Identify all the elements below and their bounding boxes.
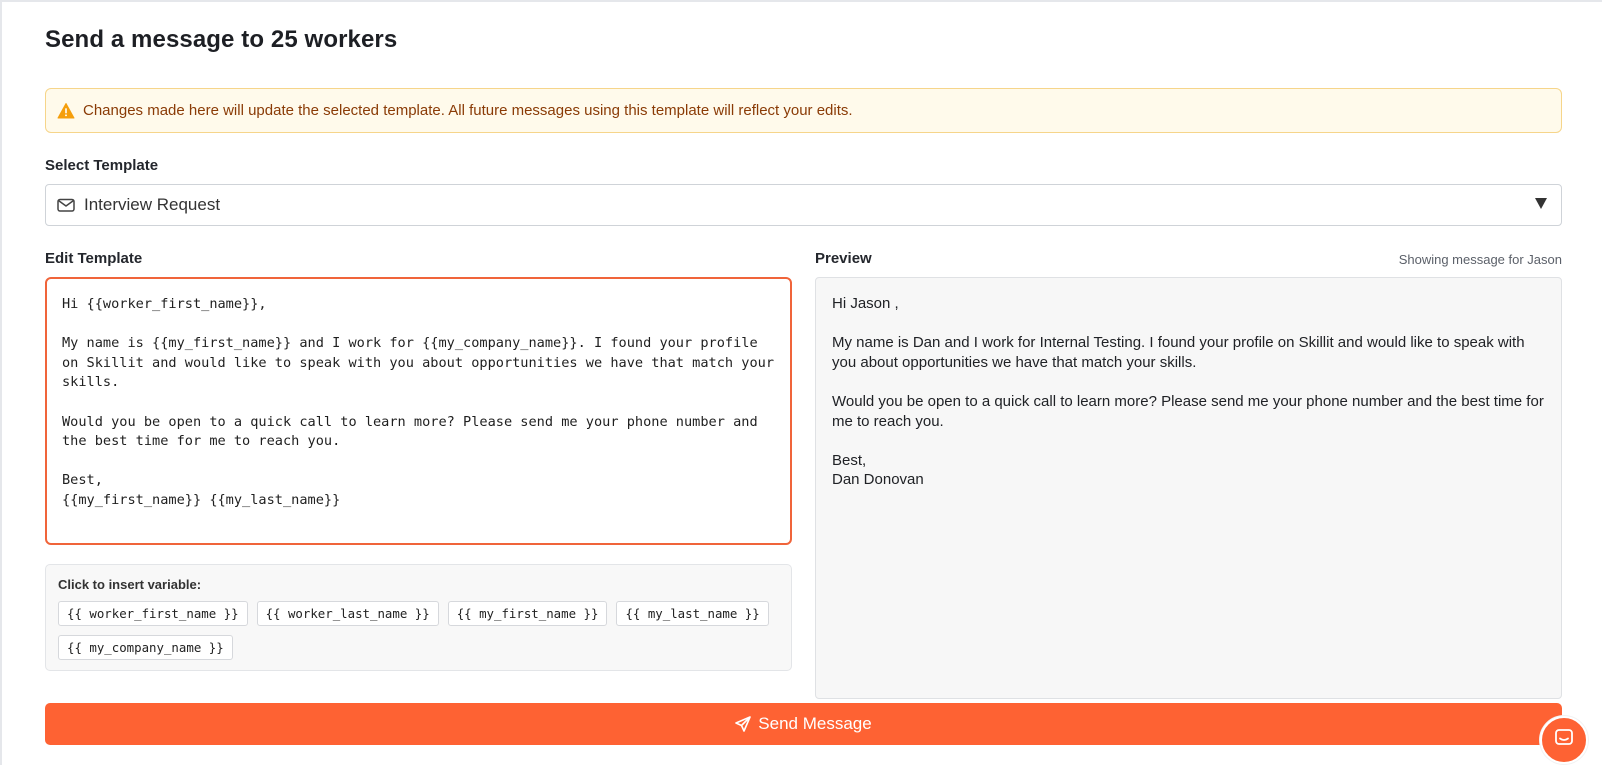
warning-triangle-icon <box>57 102 75 120</box>
preview-header: Preview Showing message for Jason <box>815 250 1562 270</box>
message-composer: Send a message to 25 workers Changes mad… <box>45 0 1562 765</box>
send-message-button[interactable]: Send Message <box>45 703 1562 745</box>
preview-recipient-note: Showing message for Jason <box>1398 252 1562 267</box>
insert-variables-panel: Click to insert variable: {{ worker_firs… <box>45 564 792 671</box>
variable-chip-worker-first-name[interactable]: {{ worker_first_name }} <box>58 601 248 626</box>
variable-chip-my-company-name[interactable]: {{ my_company_name }} <box>58 635 233 660</box>
warning-text: Changes made here will update the select… <box>83 102 853 119</box>
chat-icon <box>1553 727 1575 754</box>
template-select[interactable]: Interview Request <box>45 184 1562 226</box>
variable-chip-worker-last-name[interactable]: {{ worker_last_name }} <box>256 601 439 626</box>
chevron-down-icon[interactable] <box>1535 198 1547 209</box>
edit-template-label: Edit Template <box>45 250 143 267</box>
template-select-value: Interview Request <box>84 195 221 214</box>
mail-icon <box>56 195 76 215</box>
template-editor[interactable]: Hi {{worker_first_name}}, My name is {{m… <box>45 277 792 545</box>
template-warning-banner: Changes made here will update the select… <box>45 88 1562 133</box>
variable-chip-my-first-name[interactable]: {{ my_first_name }} <box>447 601 608 626</box>
page-title: Send a message to 25 workers <box>45 26 398 53</box>
variable-chip-my-last-name[interactable]: {{ my_last_name }} <box>616 601 769 626</box>
variable-chips: {{ worker_first_name }} {{ worker_last_n… <box>58 601 779 660</box>
send-message-label: Send Message <box>758 714 872 733</box>
left-border <box>0 0 2 765</box>
paper-plane-icon <box>735 716 752 732</box>
select-template-label: Select Template <box>45 157 159 174</box>
message-preview: Hi Jason , My name is Dan and I work for… <box>815 277 1562 699</box>
preview-label: Preview <box>815 250 872 267</box>
insert-variables-label: Click to insert variable: <box>58 577 202 592</box>
chat-launcher[interactable] <box>1540 716 1588 764</box>
